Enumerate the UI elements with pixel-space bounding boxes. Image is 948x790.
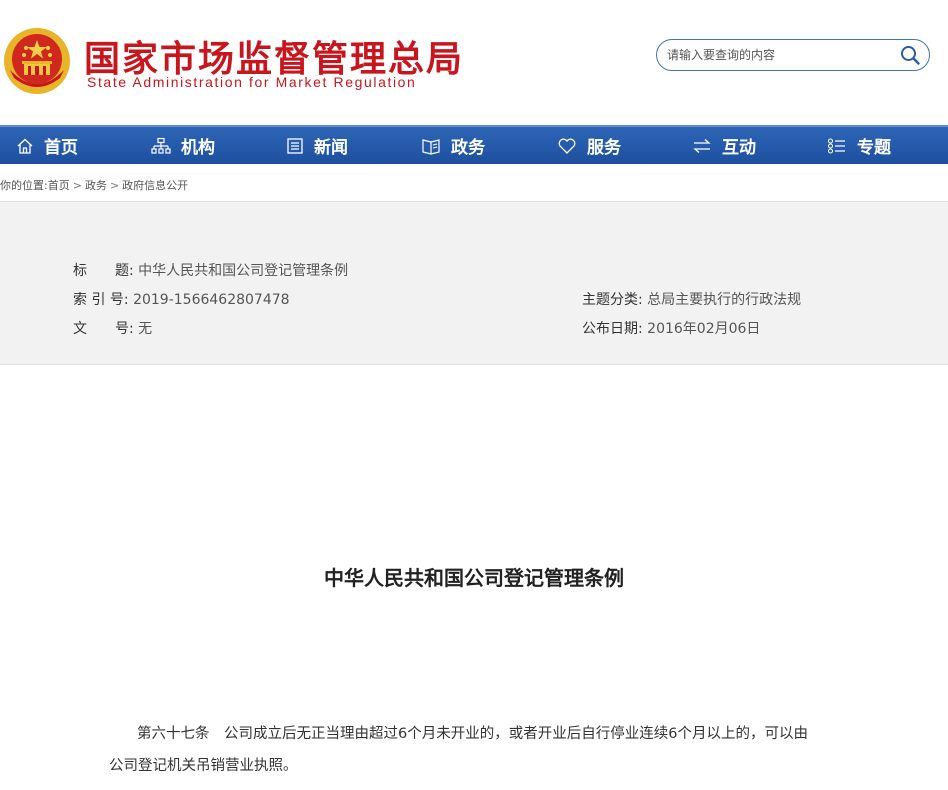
home-icon (17, 138, 33, 154)
article-paragraph: 第六十七条 公司成立后无正当理由超过6个月未开业的，或者开业后自行停业连续6个月… (109, 718, 849, 782)
org-chart-icon (151, 137, 171, 154)
search-icon[interactable] (899, 44, 921, 66)
paragraph-line: 第六十七条 公司成立后无正当理由超过6个月未开业的，或者开业后自行停业连续6个月… (109, 718, 849, 750)
nav-label: 互动 (722, 138, 756, 158)
nav-label: 新闻 (314, 138, 348, 158)
info-index-row: 索 引 号: 2019-1566462807478 (73, 289, 290, 309)
info-topic-value: 总局主要执行的行政法规 (647, 292, 802, 308)
national-emblem-icon[interactable] (2, 26, 72, 96)
nav-item-topics[interactable]: 专题 (827, 127, 891, 164)
heart-icon (558, 138, 576, 154)
nav-label: 服务 (587, 138, 621, 158)
nav-item-affairs[interactable]: 政务 (421, 127, 485, 164)
breadcrumb-gov-info[interactable]: 政府信息公开 (122, 179, 188, 192)
paragraph-text: 第六十七条 公司成立后无正当理由超过6个月未开业的，或者开业后自行停业连续6个月… (137, 726, 808, 742)
nav-label: 专题 (857, 138, 891, 158)
info-doc-value: 无 (138, 321, 153, 337)
breadcrumb-separator: > (109, 179, 120, 192)
document-info-panel: 标 题: 中华人民共和国公司登记管理条例 索 引 号: 2019-1566462… (0, 201, 948, 365)
breadcrumb-affairs[interactable]: 政务 (85, 179, 107, 192)
article-title: 中华人民共和国公司登记管理条例 (324, 566, 624, 590)
nav-item-interact[interactable]: 互动 (692, 127, 756, 164)
nav-label: 首页 (44, 138, 78, 158)
info-index-value: 2019-1566462807478 (133, 292, 290, 308)
breadcrumb-home[interactable]: 首页 (48, 179, 70, 192)
breadcrumb-prefix: 你的位置: (0, 179, 48, 192)
main-nav: 首页 机构 新闻 政务 服务 互动 专题 (0, 125, 948, 164)
info-doc-label: 文 号: (73, 321, 134, 337)
nav-item-home[interactable]: 首页 (16, 127, 78, 164)
search-input[interactable] (667, 45, 887, 65)
info-doc-row: 文 号: 无 (73, 318, 152, 338)
info-topic-row: 主题分类: 总局主要执行的行政法规 (582, 289, 801, 309)
nav-label: 机构 (181, 138, 215, 158)
paragraph-line: 公司登记机关吊销营业执照。 (109, 758, 298, 774)
nav-item-service[interactable]: 服务 (557, 127, 621, 164)
breadcrumb: 你的位置:首页 > 政务 > 政府信息公开 (0, 177, 188, 193)
info-title-row: 标 题: 中华人民共和国公司登记管理条例 (73, 260, 348, 280)
info-date-row: 公布日期: 2016年02月06日 (582, 318, 760, 338)
search-box (656, 39, 930, 71)
info-date-label: 公布日期: (582, 321, 643, 337)
info-index-label: 索 引 号: (73, 292, 129, 308)
list-icon (827, 137, 845, 154)
info-topic-label: 主题分类: (582, 292, 643, 308)
exchange-icon (693, 138, 711, 153)
breadcrumb-separator: > (72, 179, 82, 192)
site-header: 国家市场监督管理总局 State Administration for Mark… (0, 0, 948, 125)
info-title-value: 中华人民共和国公司登记管理条例 (138, 263, 349, 279)
news-icon (287, 137, 303, 154)
nav-item-org[interactable]: 机构 (151, 127, 215, 164)
info-title-label: 标 题: (73, 263, 134, 279)
nav-label: 政务 (451, 138, 485, 158)
nav-item-news[interactable]: 新闻 (286, 127, 348, 164)
book-icon (422, 138, 440, 155)
site-subtitle: State Administration for Market Regulati… (87, 74, 417, 90)
info-date-value: 2016年02月06日 (647, 321, 761, 337)
